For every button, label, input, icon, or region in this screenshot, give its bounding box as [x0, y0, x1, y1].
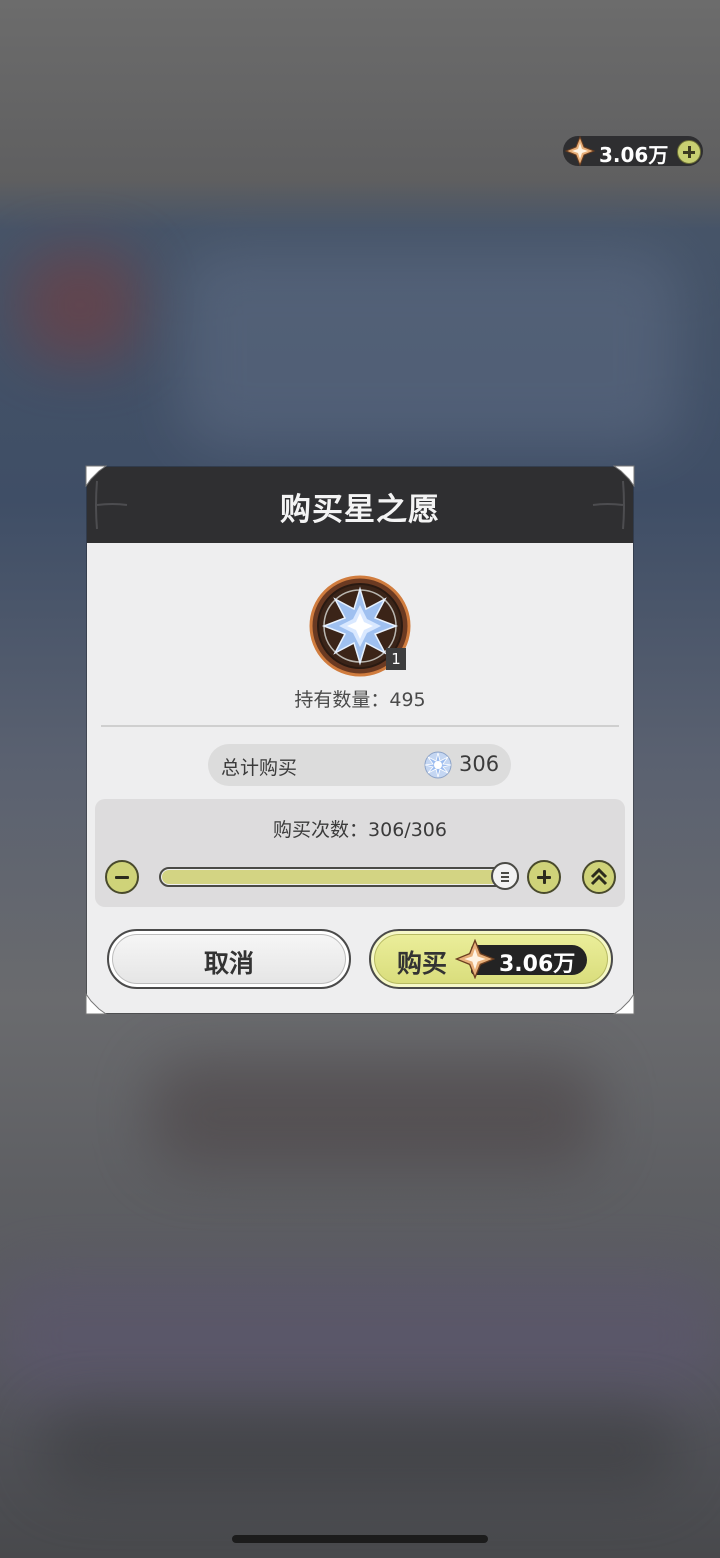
handle-grip	[501, 876, 509, 878]
currency-amount: 3.06万	[599, 143, 669, 167]
corner-ornament-icon	[613, 993, 635, 1015]
item-count-badge: 1	[386, 648, 406, 670]
background-blur	[150, 1060, 600, 1170]
background-blur	[40, 1410, 680, 1490]
max-button[interactable]	[582, 860, 616, 894]
add-currency-button[interactable]	[677, 140, 701, 164]
dialog-title: 购买星之愿	[280, 492, 440, 528]
background-blur	[180, 250, 680, 450]
buy-label: 购买	[397, 949, 448, 978]
buy-price: 3.06万	[499, 952, 576, 977]
double-chevron-up-icon	[590, 867, 608, 886]
owned-quantity: 持有数量：495	[294, 689, 426, 711]
corner-ornament-icon	[85, 465, 107, 487]
total-purchase-row: 总计购买 306	[208, 744, 511, 786]
quantity-panel: 购买次数：306/306	[95, 799, 625, 907]
dialog-header: 购买星之愿	[87, 467, 633, 543]
home-indicator[interactable]	[232, 1535, 488, 1543]
handle-grip	[501, 880, 509, 882]
slider-handle[interactable]	[491, 862, 519, 890]
background-blur	[0, 1270, 720, 1400]
purchase-count-text: 购买次数：306/306	[273, 819, 447, 841]
handle-grip	[501, 872, 509, 874]
quantity-slider[interactable]	[159, 867, 519, 887]
increase-button[interactable]	[527, 860, 561, 894]
plus-icon-vertical	[543, 870, 546, 884]
cancel-label: 取消	[203, 949, 254, 978]
slider-fill	[162, 870, 516, 884]
corner-ornament-icon	[613, 465, 635, 487]
star-crystal-icon	[455, 939, 495, 979]
decrease-button[interactable]	[105, 860, 139, 894]
total-label: 总计购买	[221, 757, 298, 779]
divider	[101, 725, 619, 727]
total-value: 306	[459, 752, 500, 776]
cancel-button[interactable]: 取消	[107, 929, 351, 989]
wish-star-icon	[424, 751, 452, 779]
buy-button[interactable]: 购买 3.06万	[369, 929, 613, 989]
currency-display: 3.06万	[563, 136, 703, 167]
corner-ornament-icon	[85, 993, 107, 1015]
purchase-dialog: 购买星之愿 1 持有数量：495 总计购买 306 购买次数：306/306 取…	[85, 465, 635, 1015]
background-blur	[20, 250, 140, 360]
minus-icon	[115, 876, 129, 879]
star-crystal-icon	[565, 136, 595, 166]
